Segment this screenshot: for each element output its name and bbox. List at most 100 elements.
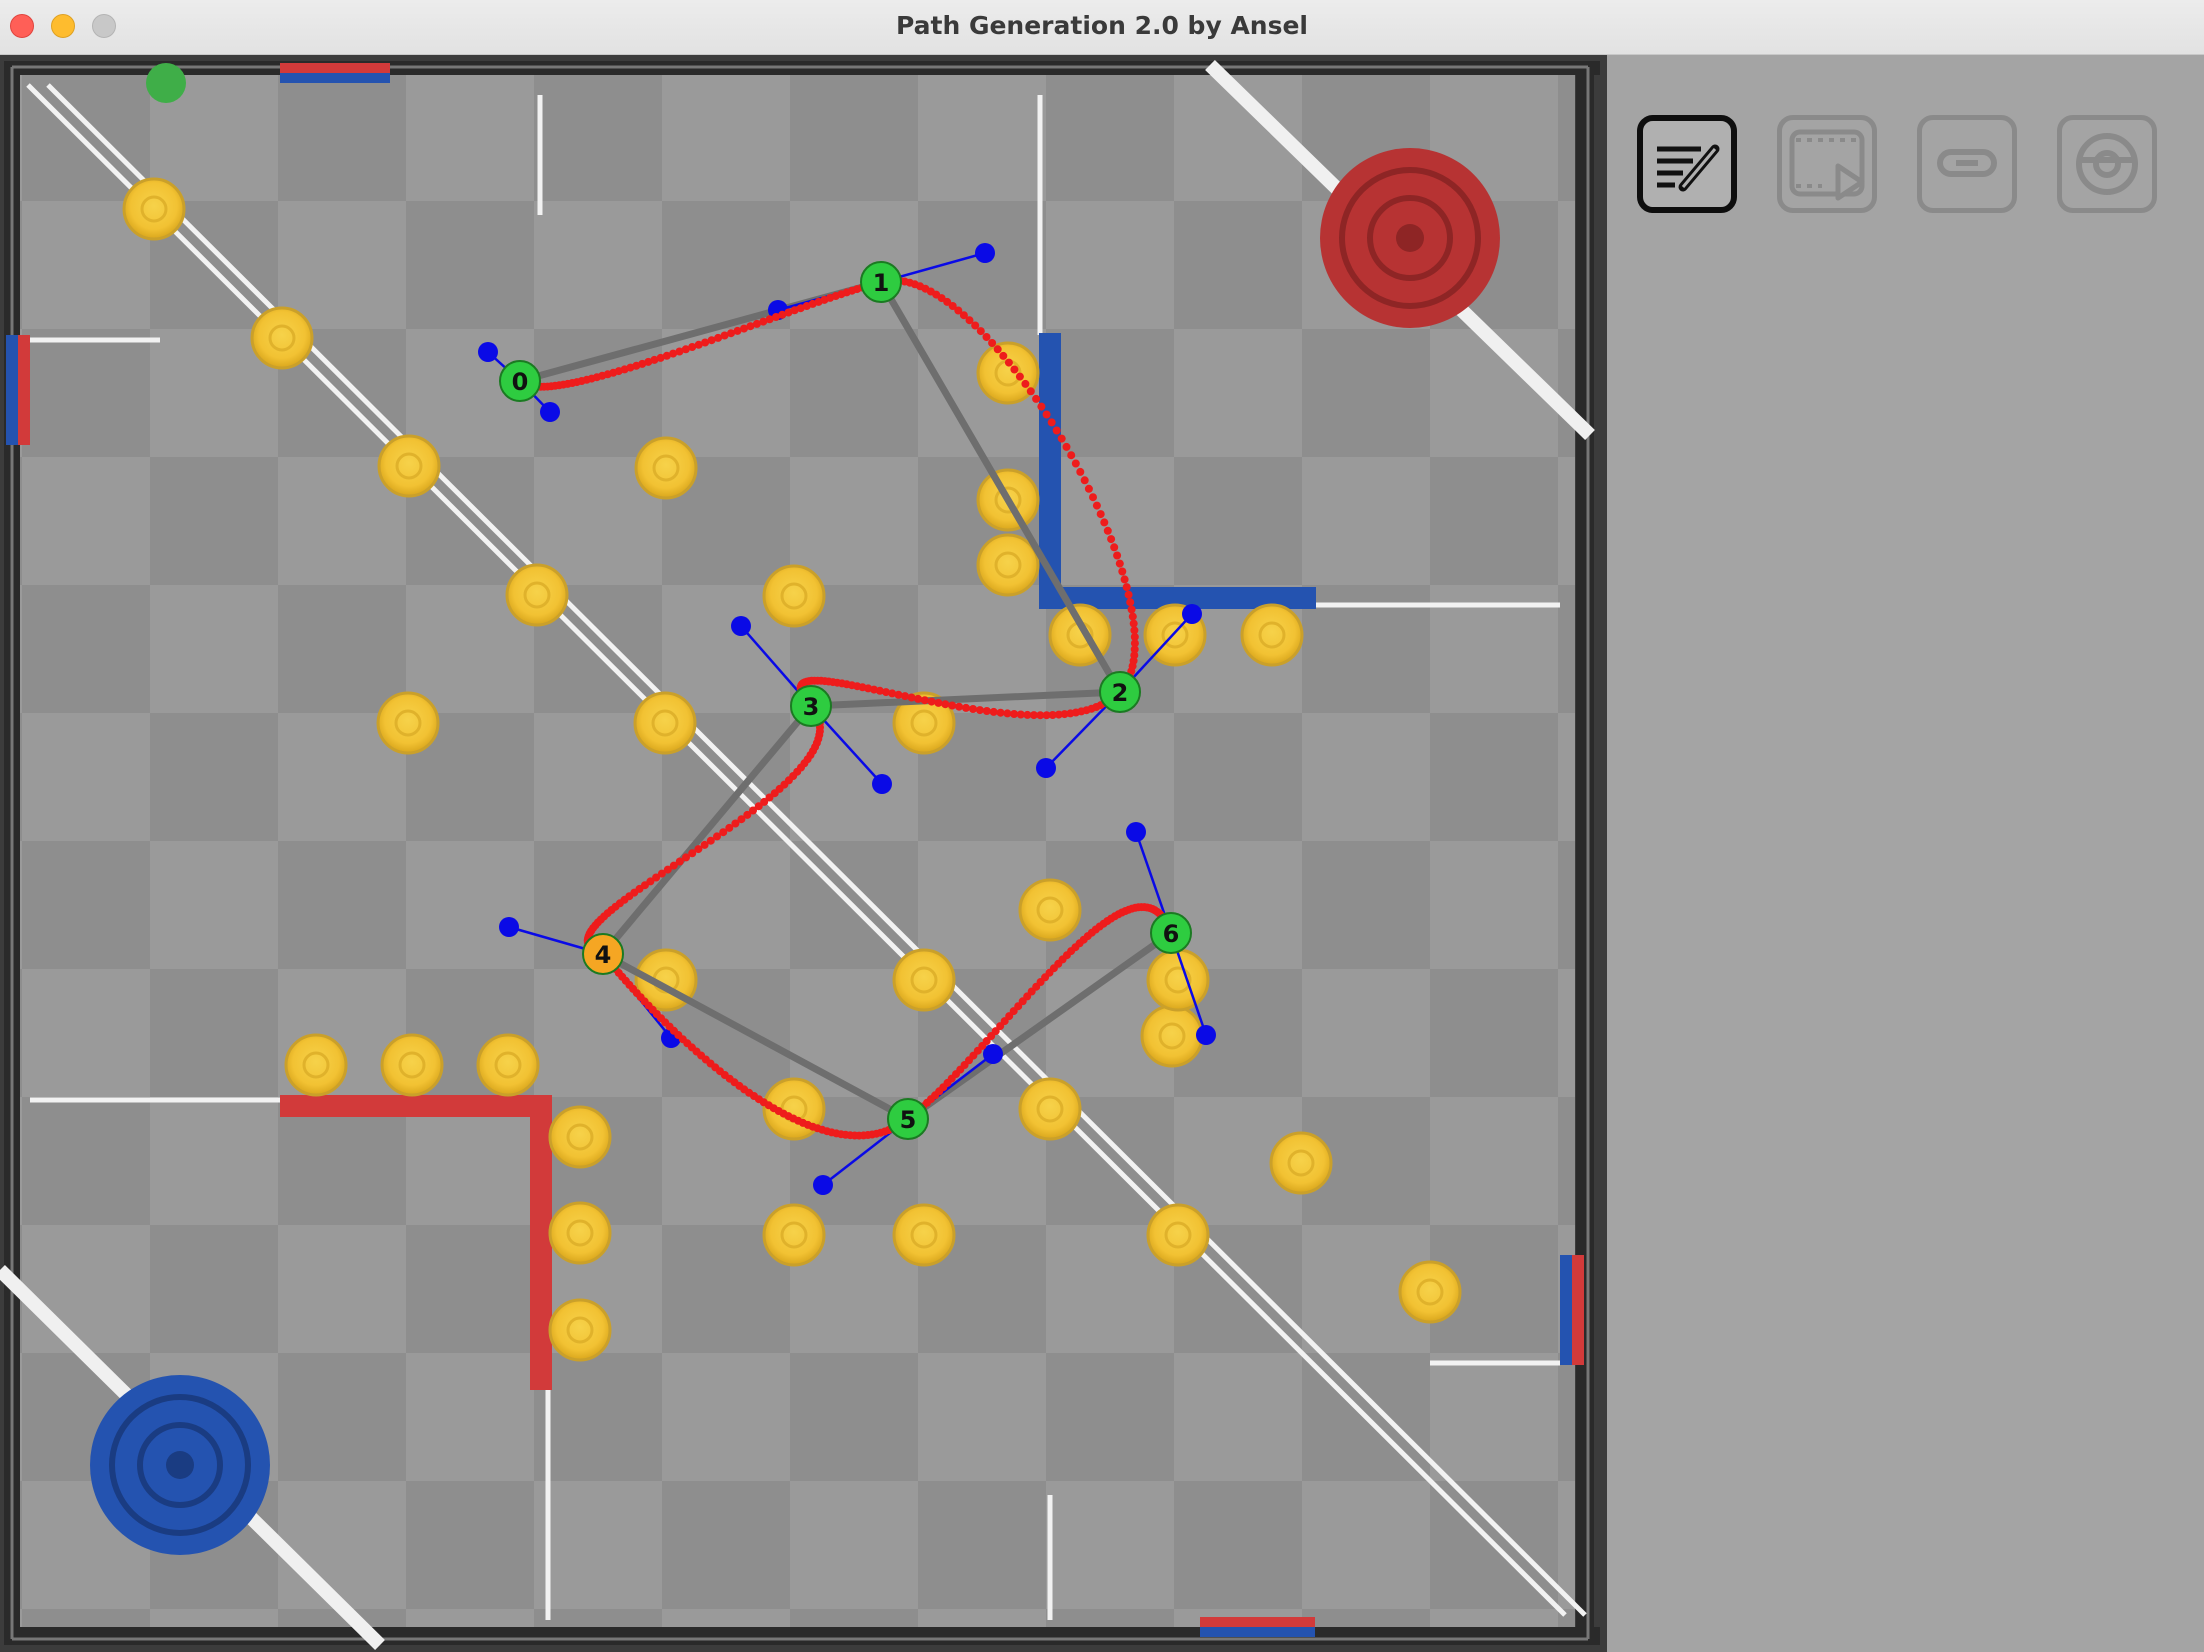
path-point [989,707,998,716]
ring [1240,603,1304,667]
path-point [1026,387,1035,396]
path-point [1128,612,1137,621]
path-point [1127,605,1136,614]
tool-sidebar [1607,55,2204,1652]
path-point [988,339,997,347]
ring [634,436,698,500]
path-point [1126,598,1135,607]
play-animation-button[interactable] [1777,115,1877,213]
control-handle[interactable] [1036,758,1056,778]
path-point [941,700,950,709]
ring [633,691,697,755]
robot-start-marker [146,63,186,103]
path-point [1107,535,1116,544]
control-handle[interactable] [540,402,560,422]
ring [284,1033,348,1097]
path-point [1092,501,1101,510]
path-point [1076,467,1085,476]
edit-path-button[interactable] [1637,115,1737,213]
path-node-4[interactable]: 4 [582,933,624,975]
path-point [962,703,970,712]
path-point [1067,451,1076,460]
path-point [1042,410,1051,419]
ring [548,1105,612,1169]
path-point [1052,426,1061,435]
ring [250,306,314,370]
path-point [982,707,991,715]
path-point [1047,418,1056,427]
path-point [1032,394,1041,403]
ring [762,564,826,628]
control-handle[interactable] [731,616,751,636]
control-handle[interactable] [499,917,519,937]
ring [762,1203,826,1267]
path-point [1003,709,1012,718]
ring [548,1201,612,1265]
robot-view-button[interactable] [2057,115,2157,213]
path-point [1103,526,1112,535]
path-node-2[interactable]: 2 [1099,671,1141,713]
path-point [1120,575,1129,584]
path-node-0[interactable]: 0 [499,360,541,402]
path-node-label: 1 [873,269,890,297]
path-point [1015,372,1024,381]
control-handle[interactable] [478,342,498,362]
path-point [914,694,923,703]
ring [892,1203,956,1267]
ring [976,533,1040,597]
path-point [969,705,977,713]
path-node-6[interactable]: 6 [1150,912,1192,954]
ring [548,1298,612,1362]
path-node-label: 2 [1112,679,1129,707]
ring [380,1033,444,1097]
ring [377,434,441,498]
ring [1146,1203,1210,1267]
control-handle[interactable] [975,243,995,263]
path-node-label: 5 [900,1106,917,1134]
ring [505,563,569,627]
window-title: Path Generation 2.0 by Ansel [895,11,1309,40]
path-point [996,708,1005,717]
path-point [1004,358,1013,367]
path-point [1124,590,1133,599]
edit-path-icon [1657,144,1720,192]
control-handle[interactable] [1126,822,1146,842]
path-point [955,702,964,711]
control-handle[interactable] [1196,1025,1216,1045]
path-point [934,698,943,707]
link-nodes-button[interactable] [1917,115,2017,213]
ring [1140,1004,1204,1068]
path-point [1096,510,1105,519]
path-node-label: 0 [512,368,529,396]
control-handle[interactable] [813,1175,833,1195]
path-point [1080,476,1089,485]
path-node-5[interactable]: 5 [887,1098,929,1140]
red-goal [1320,148,1500,328]
path-point [1089,493,1097,502]
path-point [948,701,957,710]
path-point [993,345,1002,354]
path-point [1021,379,1030,388]
path-node-3[interactable]: 3 [790,685,832,727]
ring [892,948,956,1012]
ring [476,1033,540,1097]
path-node-label: 3 [803,693,820,721]
ring [1018,878,1082,942]
play-animation-icon [1789,129,1865,201]
path-point [1084,484,1093,493]
field-canvas[interactable]: 0 1 2 3 4 5 6 [0,55,1607,1652]
path-point [1071,459,1080,468]
control-handle[interactable] [872,774,892,794]
ring [376,691,440,755]
path-point [1110,543,1119,552]
path-node-label: 6 [1163,920,1180,948]
app-window: Path Generation 2.0 by Ansel 0 1 2 3 4 5… [0,0,2204,1652]
path-point [1118,567,1127,576]
path-point [982,333,991,341]
control-handle[interactable] [1182,604,1202,624]
path-node-1[interactable]: 1 [860,261,902,303]
path-point [975,706,984,715]
title-bar: Path Generation 2.0 by Ansel [0,0,2204,55]
blue-goal [90,1375,270,1555]
link-icon [1937,149,1997,177]
